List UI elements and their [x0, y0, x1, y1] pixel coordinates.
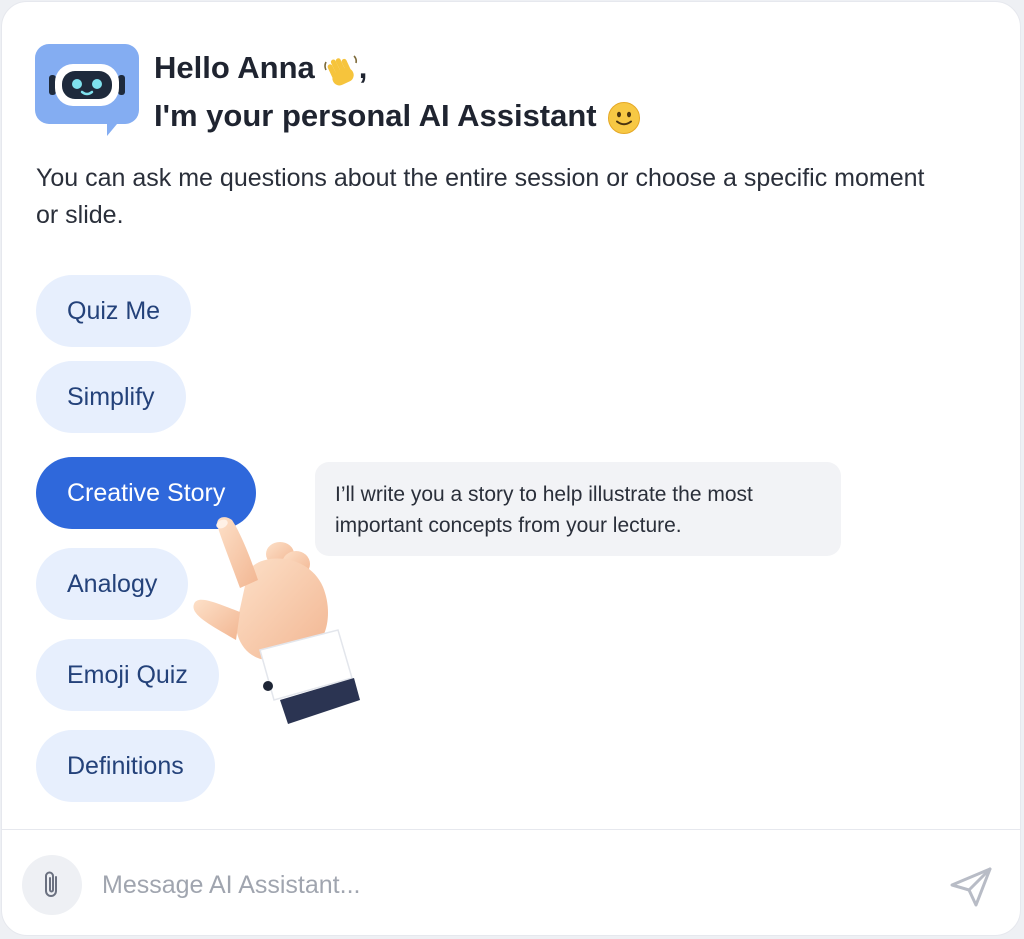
chip-definitions[interactable]: Definitions: [36, 730, 215, 802]
intro-text: You can ask me questions about the entir…: [36, 164, 925, 229]
message-composer: [2, 829, 1020, 935]
pointing-hand-icon: [193, 517, 360, 724]
ai-assistant-panel: Hello Anna , I'm your personal AI Assist…: [1, 1, 1021, 936]
greeting-line-1: Hello Anna: [154, 50, 315, 85]
creative-story-tooltip: I’ll write you a story to help illustrat…: [315, 462, 841, 556]
paperclip-icon: [45, 871, 57, 897]
waving-hand-icon: [323, 55, 357, 86]
greeting-line-2: I'm your personal AI Assistant: [154, 98, 597, 133]
message-input[interactable]: [102, 860, 882, 910]
slightly-smiling-face-icon: [607, 101, 640, 134]
chip-quiz-me[interactable]: Quiz Me: [36, 275, 192, 347]
chip-simplify[interactable]: Simplify: [36, 361, 186, 433]
send-icon[interactable]: [948, 865, 994, 909]
chip-analogy[interactable]: Analogy: [36, 548, 189, 620]
greeting-heading: Hello Anna , I'm your personal AI Assist…: [154, 44, 641, 140]
robot-chat-bubble-icon: [35, 44, 139, 136]
greeting-comma: ,: [358, 50, 368, 85]
attach-button[interactable]: [22, 855, 82, 915]
